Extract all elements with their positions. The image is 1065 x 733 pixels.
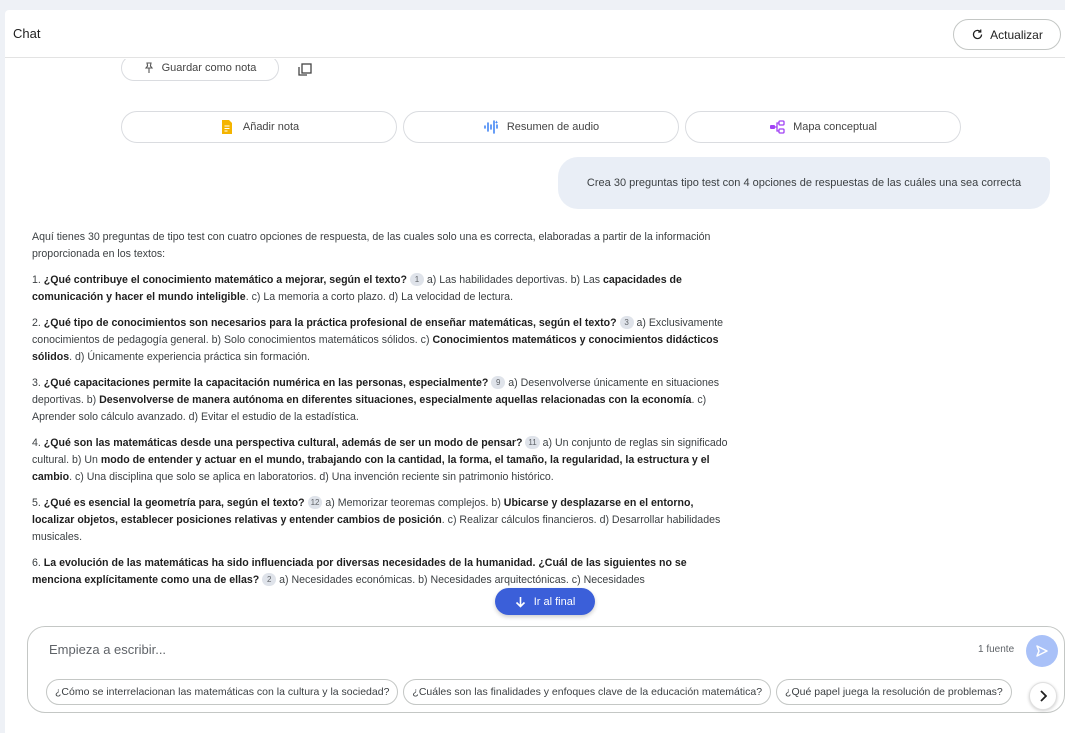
question-3: 3. ¿Qué capacitaciones permite la capaci… [32, 375, 732, 426]
options-text: a) Necesidades económicas. b) Necesidade… [276, 574, 645, 586]
question-text: ¿Qué es esencial la geometría para, segú… [43, 497, 305, 509]
question-4: 4. ¿Qué son las matemáticas desde una pe… [32, 435, 732, 486]
go-to-end-button[interactable]: Ir al final [495, 588, 595, 615]
refresh-icon [972, 29, 983, 40]
citation-badge[interactable]: 9 [491, 376, 506, 389]
question-text: ¿Qué capacitaciones permite la capacitac… [43, 377, 489, 389]
options-text: . c) La memoria a corto plazo. d) La vel… [245, 291, 514, 303]
refresh-label: Actualizar [990, 27, 1043, 42]
chat-panel: Chat Actualizar Guardar como nota Añadir… [5, 10, 1065, 733]
suggestion-chip[interactable]: ¿Cuáles son las finalidades y enfoques c… [403, 679, 772, 705]
question-text: ¿Qué son las matemáticas desde una persp… [43, 437, 523, 449]
question-number: 3. [32, 377, 44, 389]
question-6: 6. La evolución de las matemáticas ha si… [32, 555, 732, 589]
citation-badge[interactable]: 11 [525, 436, 540, 449]
citation-badge[interactable]: 3 [619, 316, 634, 329]
question-number: 4. [32, 437, 44, 449]
question-number: 1. [32, 274, 44, 286]
go-to-end-label: Ir al final [533, 595, 576, 608]
question-number: 5. [32, 497, 44, 509]
note-icon [219, 119, 235, 135]
audio-waveform-icon [483, 119, 499, 135]
options-text: . d) Únicamente experiencia práctica sin… [69, 351, 310, 363]
mind-map-label: Mapa conceptual [793, 121, 877, 133]
page-title: Chat [13, 26, 41, 41]
question-text: ¿Qué tipo de conocimientos son necesario… [43, 317, 617, 329]
action-buttons: Añadir nota Resumen de audio Mapa concep… [121, 111, 961, 143]
send-icon [1036, 645, 1048, 657]
options-text: a) Memorizar teoremas complejos. b) [322, 497, 504, 509]
audio-summary-label: Resumen de audio [506, 121, 600, 133]
pin-icon [144, 62, 153, 73]
mind-map-icon [769, 119, 785, 135]
citation-badge[interactable]: 1 [409, 273, 424, 286]
question-text: ¿Qué contribuye el conocimiento matemáti… [43, 274, 407, 286]
response-intro: Aquí tienes 30 preguntas de tipo test co… [32, 231, 711, 260]
next-suggestions-button[interactable] [1029, 682, 1057, 710]
question-number: 2. [32, 317, 44, 329]
citation-badge[interactable]: 2 [262, 573, 277, 586]
question-1: 1. ¿Qué contribuye el conocimiento matem… [32, 272, 732, 306]
audio-summary-button[interactable]: Resumen de audio [403, 111, 679, 143]
save-as-note-button[interactable]: Guardar como nota [121, 59, 279, 81]
refresh-button[interactable]: Actualizar [953, 19, 1061, 50]
chat-header: Chat Actualizar [5, 10, 1065, 58]
save-as-note-label: Guardar como nota [161, 62, 257, 74]
composer: 1 fuente ¿Cómo se interrelacionan las ma… [27, 626, 1065, 713]
arrow-down-icon [515, 596, 525, 608]
user-message-text: Crea 30 preguntas tipo test con 4 opcion… [586, 177, 1022, 189]
correct-answer: Desenvolverse de manera autónoma en dife… [99, 394, 692, 406]
assistant-response: Aquí tienes 30 preguntas de tipo test co… [32, 229, 732, 598]
question-number: 6. [32, 557, 44, 569]
add-note-button[interactable]: Añadir nota [121, 111, 397, 143]
options-text: a) Las habilidades deportivas. b) Las [423, 274, 603, 286]
chat-scroll-area[interactable]: Guardar como nota Añadir nota Resumen de… [5, 59, 1065, 631]
chevron-right-icon [1040, 690, 1047, 702]
suggestion-chips: ¿Cómo se interrelacionan las matemáticas… [46, 679, 1021, 705]
chat-input[interactable] [49, 638, 909, 660]
suggestion-chip[interactable]: ¿Qué papel juega la resolución de proble… [776, 679, 1012, 705]
source-count: 1 fuente [978, 644, 1015, 655]
citation-badge[interactable]: 12 [307, 496, 323, 509]
mind-map-button[interactable]: Mapa conceptual [685, 111, 961, 143]
suggestion-chip[interactable]: ¿Cómo se interrelacionan las matemáticas… [46, 679, 399, 705]
question-5: 5. ¿Qué es esencial la geometría para, s… [32, 495, 732, 546]
add-note-label: Añadir nota [242, 121, 300, 133]
question-2: 2. ¿Qué tipo de conocimientos son necesa… [32, 315, 732, 366]
options-text: . c) Una disciplina que solo se aplica e… [69, 471, 554, 483]
send-button[interactable] [1026, 635, 1058, 667]
user-message: Crea 30 preguntas tipo test con 4 opcion… [558, 157, 1050, 209]
copy-icon[interactable] [297, 63, 313, 77]
